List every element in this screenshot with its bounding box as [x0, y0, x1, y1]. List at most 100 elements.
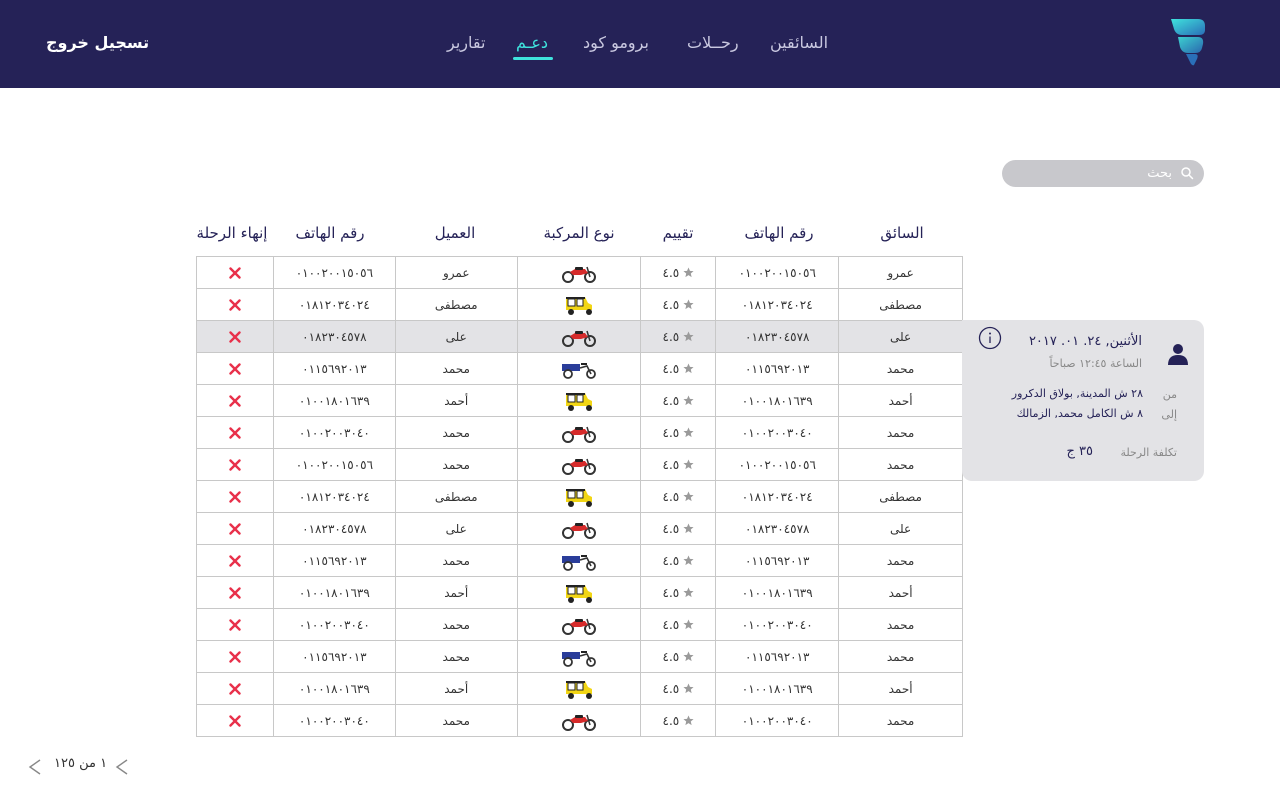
client-phone-cell: ٠١٠٠١٨٠١٦٣٩	[272, 384, 396, 417]
close-icon[interactable]	[229, 267, 241, 279]
vehicle-type-cell	[516, 288, 642, 321]
nav-reports[interactable]: تقارير	[447, 33, 485, 52]
driver-phone-cell: ٠١٠٠١٨٠١٦٣٩	[715, 384, 840, 417]
end-trip-button[interactable]	[229, 458, 241, 472]
end-trip-button[interactable]	[229, 394, 241, 408]
table-row[interactable]: محمد ٠١٠٠٢٠٠٣٠٤٠ ٤.٥ محمد ٠١٠٠٢٠٠٣٠٤٠	[196, 608, 963, 641]
end-trip-button[interactable]	[229, 586, 241, 600]
table-row[interactable]: أحمد ٠١٠٠١٨٠١٦٣٩ ٤.٥ أحمد ٠١٠٠١٨٠١٦٣٩	[196, 672, 963, 705]
table-row[interactable]: أحمد ٠١٠٠١٨٠١٦٣٩ ٤.٥ أحمد ٠١٠٠١٨٠١٦٣٩	[196, 576, 963, 609]
nav-drivers[interactable]: السائقين	[770, 33, 828, 52]
column-header-end-trip: إنهاء الرحلة	[196, 224, 268, 242]
client-name: محمد	[442, 457, 470, 472]
nav-trips[interactable]: رحــلات	[687, 33, 739, 52]
end-trip-button[interactable]	[229, 330, 241, 344]
table-row[interactable]: محمد ٠١٠٠٢٠٠٣٠٤٠ ٤.٥ محمد ٠١٠٠٢٠٠٣٠٤٠	[196, 704, 963, 737]
end-trip-button[interactable]	[229, 714, 241, 728]
table-row[interactable]: محمد ٠١٠٠٢٠٠٣٠٤٠ ٤.٥ محمد ٠١٠٠٢٠٠٣٠٤٠	[196, 416, 963, 449]
pagination-indicator: ١ من ١٢٥	[54, 756, 108, 771]
motorcycle-icon	[562, 618, 597, 635]
table-row[interactable]: محمد ٠١١٥٦٩٢٠١٣ ٤.٥ محمد ٠١١٥٦٩٢٠١٣	[196, 352, 963, 385]
driver-phone: ٠١٠٠٢٠٠١٥٠٥٦	[738, 265, 816, 280]
driver-phone-cell: ٠١١٥٦٩٢٠١٣	[715, 544, 840, 577]
driver-name: مصطفى	[879, 489, 922, 504]
table-row[interactable]: مصطفى ٠١٨١٢٠٣٤٠٢٤ ٤.٥ مصطفى ٠١٨١٢٠٣٤٠٢٤	[196, 480, 963, 513]
client-phone-cell: ٠١٨٢٣٠٤٥٧٨	[272, 320, 396, 353]
driver-phone: ٠١٠٠١٨٠١٦٣٩	[741, 681, 813, 696]
user-icon	[1168, 344, 1188, 365]
table-row[interactable]: مصطفى ٠١٨١٢٠٣٤٠٢٤ ٤.٥ مصطفى ٠١٨١٢٠٣٤٠٢٤	[196, 288, 963, 321]
end-trip-button[interactable]	[229, 298, 241, 312]
motorcycle-icon	[562, 266, 597, 283]
table-row[interactable]: على ٠١٨٢٣٠٤٥٧٨ ٤.٥ على ٠١٨٢٣٠٤٥٧٨	[196, 320, 963, 353]
close-icon[interactable]	[229, 395, 241, 407]
close-icon[interactable]	[229, 619, 241, 631]
end-trip-button[interactable]	[229, 266, 241, 280]
close-icon[interactable]	[229, 683, 241, 695]
end-trip-button[interactable]	[229, 522, 241, 536]
end-trip-button[interactable]	[229, 650, 241, 664]
table-row[interactable]: محمد ٠١١٥٦٩٢٠١٣ ٤.٥ محمد ٠١١٥٦٩٢٠١٣	[196, 544, 963, 577]
driver-phone: ٠١٠٠١٨٠١٦٣٩	[741, 585, 813, 600]
client-name-cell: مصطفى	[394, 480, 518, 513]
rating-value: ٤.٥	[662, 649, 680, 664]
driver-phone: ٠١٠٠٢٠٠٣٠٤٠	[741, 713, 813, 728]
client-phone-cell: ٠١٠٠٢٠٠٣٠٤٠	[272, 416, 396, 449]
search-icon[interactable]	[1180, 166, 1194, 180]
column-header-driver: السائق	[880, 224, 924, 242]
close-icon[interactable]	[229, 491, 241, 503]
driver-name: مصطفى	[879, 297, 922, 312]
motorcycle-icon	[562, 458, 597, 475]
end-trip-cell	[196, 672, 274, 705]
close-icon[interactable]	[229, 555, 241, 567]
client-phone-cell: ٠١٠٠٢٠٠١٥٠٥٦	[272, 448, 396, 481]
driver-phone: ٠١٠٠١٨٠١٦٣٩	[741, 393, 813, 408]
search-input[interactable]	[1012, 160, 1172, 187]
logout-button[interactable]: تسجيل خروج	[46, 33, 149, 52]
close-icon[interactable]	[229, 651, 241, 663]
table-row[interactable]: أحمد ٠١٠٠١٨٠١٦٣٩ ٤.٥ أحمد ٠١٠٠١٨٠١٦٣٩	[196, 384, 963, 417]
table-row[interactable]: على ٠١٨٢٣٠٤٥٧٨ ٤.٥ على ٠١٨٢٣٠٤٥٧٨	[196, 512, 963, 545]
previous-page-arrow-icon[interactable]	[114, 758, 130, 776]
close-icon[interactable]	[229, 299, 241, 311]
driver-phone-cell: ٠١٨١٢٠٣٤٠٢٤	[715, 288, 840, 321]
end-trip-button[interactable]	[229, 618, 241, 632]
trip-cost-label: تكلفة الرحلة	[1120, 446, 1177, 459]
close-icon[interactable]	[229, 331, 241, 343]
end-trip-button[interactable]	[229, 682, 241, 696]
close-icon[interactable]	[229, 459, 241, 471]
driver-name: محمد	[886, 361, 915, 376]
vehicle-type-cell	[516, 416, 642, 449]
close-icon[interactable]	[229, 587, 241, 599]
vehicle-type-cell	[516, 608, 642, 641]
end-trip-button[interactable]	[229, 426, 241, 440]
client-phone-cell: ٠١٨٢٣٠٤٥٧٨	[272, 512, 396, 545]
driver-name-cell: مصطفى	[838, 480, 963, 513]
nav-support[interactable]: دعـم	[516, 33, 548, 52]
end-trip-cell	[196, 640, 274, 673]
nav-promo-code[interactable]: برومو كود	[583, 33, 649, 52]
end-trip-cell	[196, 512, 274, 545]
info-icon[interactable]	[978, 326, 1002, 350]
driver-phone: ٠١٠٠٢٠٠٣٠٤٠	[741, 425, 813, 440]
driver-name: أحمد	[888, 393, 913, 408]
vehicle-type-cell	[516, 352, 642, 385]
table-row[interactable]: محمد ٠١١٥٦٩٢٠١٣ ٤.٥ محمد ٠١١٥٦٩٢٠١٣	[196, 640, 963, 673]
driver-phone: ٠١١٥٦٩٢٠١٣	[745, 361, 810, 376]
client-phone-cell: ٠١١٥٦٩٢٠١٣	[272, 640, 396, 673]
motorcycle-icon	[562, 330, 597, 347]
close-icon[interactable]	[229, 523, 241, 535]
end-trip-button[interactable]	[229, 554, 241, 568]
end-trip-button[interactable]	[229, 362, 241, 376]
app-logo[interactable]	[1168, 16, 1208, 68]
driver-name-cell: محمد	[838, 416, 963, 449]
driver-name-cell: محمد	[838, 640, 963, 673]
close-icon[interactable]	[229, 427, 241, 439]
table-row[interactable]: عمرو ٠١٠٠٢٠٠١٥٠٥٦ ٤.٥ عمرو ٠١٠٠٢٠٠١٥٠٥٦	[196, 256, 963, 289]
next-page-arrow-icon[interactable]	[27, 758, 43, 776]
rating-value: ٤.٥	[662, 617, 680, 632]
end-trip-button[interactable]	[229, 490, 241, 504]
close-icon[interactable]	[229, 363, 241, 375]
table-row[interactable]: محمد ٠١٠٠٢٠٠١٥٠٥٦ ٤.٥ محمد ٠١٠٠٢٠٠١٥٠٥٦	[196, 448, 963, 481]
close-icon[interactable]	[229, 715, 241, 727]
